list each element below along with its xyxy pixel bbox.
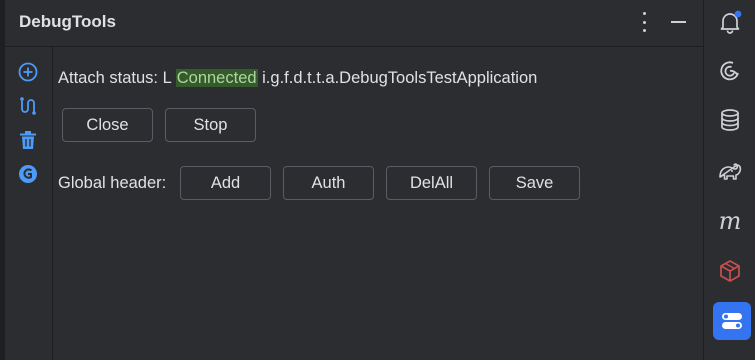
maven-icon[interactable]: m [717, 208, 743, 234]
attach-status-label: Attach status: [58, 69, 158, 87]
auth-header-button[interactable]: Auth [283, 166, 374, 200]
add-header-button[interactable]: Add [180, 166, 271, 200]
rest-client-icon[interactable] [717, 258, 743, 284]
trash-icon[interactable] [17, 129, 39, 151]
panel-toolstrip [5, 47, 53, 360]
panel-header: DebugTools [5, 0, 703, 47]
right-tool-window-bar: m [703, 0, 755, 360]
global-header-label: Global header: [58, 174, 167, 192]
debugtools-tool-button[interactable] [713, 302, 751, 340]
save-headers-button[interactable]: Save [489, 166, 580, 200]
more-vertical-icon[interactable] [638, 12, 650, 32]
stop-button[interactable]: Stop [165, 108, 256, 142]
groovy-icon[interactable] [17, 163, 39, 185]
add-circle-icon[interactable] [17, 61, 39, 83]
gradle-icon[interactable] [717, 158, 743, 184]
debugtools-panel: DebugTools Attach status: L Connected i.… [5, 0, 703, 360]
minimize-icon[interactable] [671, 14, 687, 30]
ai-assistant-icon[interactable] [717, 58, 743, 84]
connect-nodes-icon[interactable] [17, 95, 39, 117]
status-badge: Connected [175, 69, 258, 87]
panel-title: DebugTools [19, 12, 116, 31]
attached-application-name: i.g.f.d.t.t.a.DebugToolsTestApplication [262, 69, 538, 87]
panel-content: Attach status: L Connected i.g.f.d.t.t.a… [58, 47, 698, 360]
database-icon[interactable] [717, 107, 743, 133]
close-button[interactable]: Close [62, 108, 153, 142]
attach-status-line: Attach status: L Connected i.g.f.d.t.t.a… [58, 69, 537, 88]
svg-text:m: m [719, 208, 742, 234]
notifications-icon[interactable] [717, 9, 743, 35]
debugtools-icon [722, 313, 742, 329]
attach-status-prefix: L [162, 69, 172, 87]
delete-all-headers-button[interactable]: DelAll [386, 166, 477, 200]
